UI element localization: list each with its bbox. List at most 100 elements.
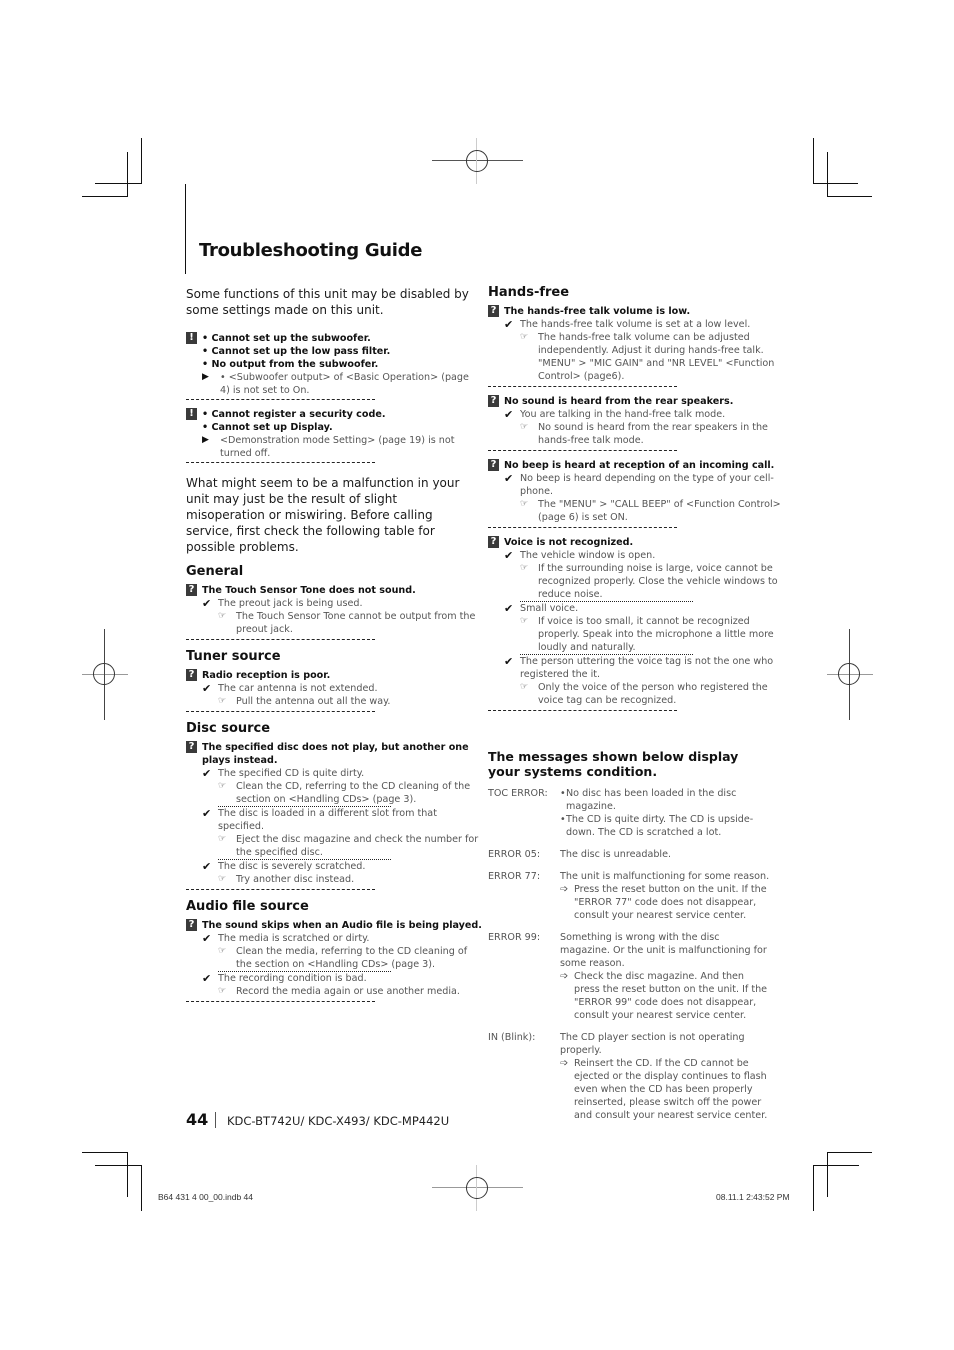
check-icon: ✔: [202, 767, 212, 780]
pointing-hand-icon: ☞: [520, 563, 529, 573]
message-text: The unit is malfunctioning for some reas…: [560, 871, 770, 882]
notice-cause: ▶ • <Subwoofer output> of <Basic Operatio…: [202, 371, 472, 397]
message-row: ERROR 05: The disc is unreadable.: [488, 848, 773, 861]
crop-mark: [141, 138, 142, 184]
problem-title: Radio reception is poor.: [202, 670, 331, 681]
cause-item: ✔ You are talking in the hand-free talk m…: [504, 408, 786, 421]
question-icon: ?: [488, 459, 499, 471]
cause-text: The person uttering the voice tag is not…: [520, 656, 774, 680]
message-remedy: ➩ Check the disc magazine. And then press…: [560, 970, 772, 1022]
cause-item: ✔ No beep is heard depending on the type …: [504, 472, 786, 498]
intro-text: Some functions of this unit may be disab…: [186, 287, 469, 317]
pointing-hand-icon: ☞: [520, 499, 529, 509]
crop-mark: [82, 196, 128, 197]
right-column: Hands-free? The hands-free talk volume is…: [488, 286, 781, 1131]
message-text: Something is wrong with the disc magazin…: [560, 932, 767, 969]
triangle-icon: ▶: [202, 372, 209, 382]
cause-text: The car antenna is not extended.: [218, 683, 378, 694]
notice-condition: • No output from the subwoofer.: [202, 359, 379, 370]
cause-text: The disc is severely scratched.: [218, 861, 366, 872]
message-description: The disc is unreadable.: [560, 848, 772, 861]
message-description: Something is wrong with the disc magazin…: [560, 931, 772, 1022]
notice-cause: ▶ <Demonstration mode Setting> (page 19) …: [202, 434, 472, 460]
sections-left: General? The Touch Sensor Tone does not s…: [186, 565, 482, 1002]
cause-item: ✔ The recording condition is bad.: [202, 972, 482, 985]
remedy-item: ☞ Try another disc instead.: [202, 873, 482, 886]
crop-mark: [827, 1152, 872, 1153]
dashed-divider: [488, 710, 677, 711]
message-description: The unit is malfunctioning for some reas…: [560, 870, 772, 922]
pointing-hand-icon: ☞: [218, 781, 227, 791]
check-icon: ✔: [504, 408, 514, 421]
check-icon: ✔: [504, 602, 514, 615]
cause-item: ✔ The specified CD is quite dirty.: [202, 767, 482, 780]
message-code: ERROR 05:: [488, 849, 541, 860]
cause-item: ✔ Small voice.: [504, 602, 786, 615]
cause-text: The hands-free talk volume is set at a l…: [520, 319, 751, 330]
cause-item: ✔ The disc is loaded in a different slot …: [202, 807, 482, 833]
dashed-divider: [186, 462, 375, 463]
problem-item: ? Voice is not recognized. ✔ The vehicle wi…: [488, 536, 786, 707]
message-description: No disc has been loaded in the disc maga…: [560, 787, 772, 839]
message-row: IN (Blink): The CD player section is not …: [488, 1031, 773, 1122]
intro-text-2: What might seem to be a malfunction in y…: [186, 476, 460, 554]
remedy-item: ☞ Eject the disc magazine and check the n…: [202, 833, 482, 859]
message-remedy-text: Check the disc magazine. And then press …: [574, 971, 768, 1021]
message-text: The CD player section is not operating p…: [560, 1032, 745, 1056]
dashed-divider: [186, 399, 375, 400]
section-heading: Tuner source: [186, 649, 281, 664]
notice-condition: • Cannot set up the low pass filter.: [202, 346, 391, 357]
remedy-text: Clean the media, referring to the CD cle…: [236, 946, 468, 970]
problem-title: No sound is heard from the rear speakers…: [504, 396, 734, 407]
message-description: The CD player section is not operating p…: [560, 1031, 772, 1122]
problem-title: The hands-free talk volume is low.: [504, 306, 691, 317]
message-bullet: No disc has been loaded in the disc maga…: [560, 787, 772, 813]
problem-title: The specified disc does not play, but an…: [202, 742, 469, 766]
pointing-hand-icon: ☞: [520, 422, 529, 432]
message-remedy: ➩ Reinsert the CD. If the CD cannot be ej…: [560, 1057, 772, 1122]
dashed-divider: [186, 639, 375, 640]
notice-condition: • Cannot set up the subwoofer.: [202, 333, 371, 344]
notice-condition: • Cannot register a security code.: [202, 409, 386, 420]
crop-mark: [82, 1152, 128, 1153]
remedy-item: ☞ The Touch Sensor Tone cannot be output …: [202, 610, 482, 636]
message-row: ERROR 99: Something is wrong with the dis…: [488, 931, 773, 1022]
message-row: ERROR 77: The unit is malfunctioning for …: [488, 870, 773, 922]
footer-divider: [215, 1112, 216, 1128]
problem-item: ? The hands-free talk volume is low. ✔ The …: [488, 305, 786, 383]
message-code: IN (Blink):: [488, 1032, 536, 1043]
cause-text: The media is scratched or dirty.: [218, 933, 370, 944]
question-icon: ?: [186, 741, 197, 753]
dashed-divider: [488, 386, 677, 387]
crop-mark: [127, 152, 128, 197]
crop-mark: [813, 1165, 859, 1166]
cause-item: ✔ The preout jack is being used.: [202, 597, 482, 610]
remedy-item: ☞ If the surrounding noise is large, voic…: [504, 562, 786, 601]
remedy-item: ☞ The hands-free talk volume can be adjus…: [504, 331, 786, 383]
problem-item: ? Radio reception is poor. ✔ The car antenn…: [186, 669, 482, 708]
check-icon: ✔: [504, 472, 514, 485]
pointing-hand-icon: ☞: [520, 682, 529, 692]
crop-mark: [813, 1165, 814, 1211]
remedy-text: The "MENU" > "CALL BEEP" of <Function Co…: [538, 499, 781, 523]
question-icon: ?: [186, 669, 197, 681]
crop-mark: [827, 152, 828, 197]
arrow-icon: ➩: [560, 884, 569, 895]
triangle-icon: ▶: [202, 435, 209, 445]
pointing-hand-icon: ☞: [218, 696, 227, 706]
dashed-divider: [186, 711, 375, 712]
cause-text: The preout jack is being used.: [218, 598, 363, 609]
slug-datetime: 08.11.1 2:43:52 PM: [716, 1192, 790, 1202]
title-rule: [185, 184, 186, 274]
message-code: ERROR 99:: [488, 932, 541, 943]
section-heading: Audio file source: [186, 899, 309, 914]
notice-cause-text: • <Subwoofer output> of <Basic Operation…: [220, 372, 469, 396]
question-icon: ?: [186, 584, 197, 596]
remedy-item: ☞ Pull the antenna out all the way.: [202, 695, 482, 708]
check-icon: ✔: [202, 860, 212, 873]
crop-mark: [827, 1152, 828, 1197]
cause-text: You are talking in the hand-free talk mo…: [520, 409, 726, 420]
check-icon: ✔: [202, 597, 212, 610]
remedy-item: ☞ If voice is too small, it cannot be rec…: [504, 615, 786, 654]
message-remedy-text: Reinsert the CD. If the CD cannot be eje…: [574, 1058, 768, 1121]
